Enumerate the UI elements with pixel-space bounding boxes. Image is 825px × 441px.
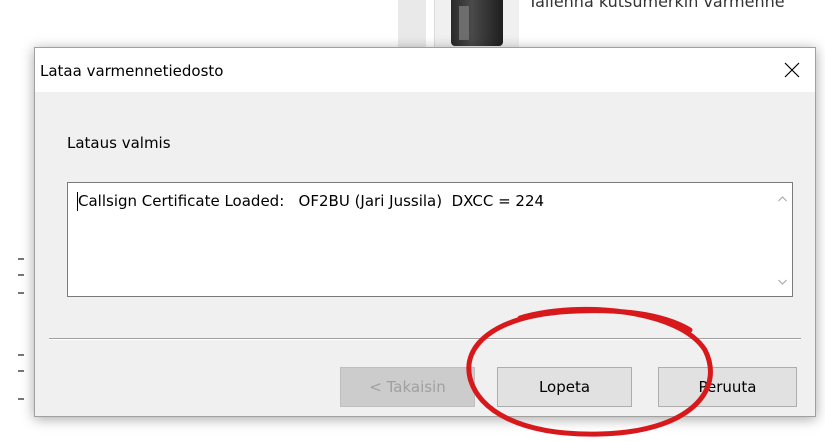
status-label: Lataus valmis [67,134,171,152]
message-textbox[interactable]: Callsign Certificate Loaded: OF2BU (Jari… [67,182,793,297]
background-left-marks [18,258,26,408]
dialog-title: Lataa varmennetiedosto [40,62,224,80]
close-button[interactable] [769,48,815,92]
background-certificate-icon [434,0,519,52]
load-certificate-dialog: Lataa varmennetiedosto Lataus valmis Cal… [34,47,816,417]
message-text: Callsign Certificate Loaded: OF2BU (Jari… [78,192,545,210]
background-window-text: Tallenna kutsumerkin varmenne [528,0,785,11]
close-icon [784,62,800,78]
textbox-scrollbar[interactable] [772,183,792,296]
scroll-up-button[interactable] [772,189,792,209]
scroll-up-arrow-icon [777,196,787,202]
button-separator [49,338,801,340]
scroll-down-button[interactable] [772,272,792,292]
background-window-strip [398,0,426,52]
back-button[interactable]: < Takaisin [340,367,475,407]
finish-button[interactable]: Lopeta [497,367,632,407]
certificate-frame-icon [451,0,503,46]
dialog-titlebar[interactable]: Lataa varmennetiedosto [35,48,815,92]
scroll-down-arrow-icon [777,279,787,285]
cancel-button[interactable]: Peruuta [658,367,797,407]
